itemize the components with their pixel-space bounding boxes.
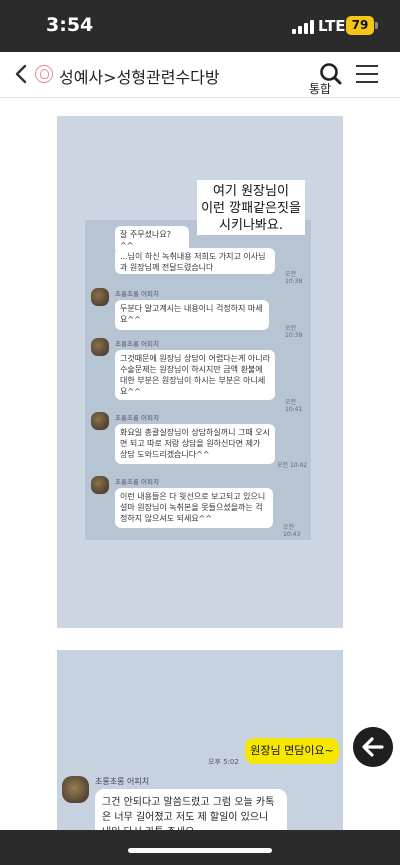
chat-time: 오전 10:43 — [283, 524, 301, 538]
note-line: 이런 깡패같은짓을 — [201, 201, 301, 216]
chat-bubble: 두분다 알고계시는 내용이니 걱정하지 마세요^^ — [115, 300, 269, 330]
battery-icon: 79 — [346, 16, 374, 35]
chat-time: 오후 5:02 — [208, 758, 239, 766]
network-label: LTE — [318, 17, 346, 35]
sender-name: 초롱초롱 어피치 — [115, 340, 159, 348]
reply-line: 은 너무 길어졌고 저도 제 할일이 있으니 — [102, 812, 269, 823]
arrow-left-icon[interactable] — [353, 727, 393, 767]
chat-screenshot: 잘 주무셨나요?^^ ...님이 하신 녹취내용 저희도 가지고 이사님과 원장… — [85, 220, 311, 540]
my-chat-bubble: 원장님 면담이요~ — [245, 738, 339, 764]
home-indicator-bar — [0, 830, 400, 865]
signal-icon — [292, 20, 314, 34]
home-indicator[interactable] — [128, 848, 272, 853]
chat-time: 오전 10:42 — [277, 462, 308, 469]
avatar — [91, 288, 109, 306]
avatar — [91, 338, 109, 356]
chat-time: 오전 10:39 — [285, 325, 303, 339]
note-line: 시키나봐요. — [219, 218, 283, 233]
chat-time: 오전 10:38 — [285, 271, 303, 285]
chat-bubble: 이런 내용들은 다 윗선으로 보고되고 있으니 설마 원장님이 녹취본을 못들으… — [115, 488, 273, 528]
reply-line: 그건 안되다고 말씀드렸고 그럼 오늘 카톡 — [102, 797, 275, 808]
chat-bubble: ...님이 하신 녹취내용 저희도 가지고 이사님과 원장님께 전달드렸습니다 — [115, 248, 275, 274]
post-image-1: 잘 주무셨나요?^^ ...님이 하신 녹취내용 저희도 가지고 이사님과 원장… — [57, 116, 343, 628]
battery-tip — [375, 22, 378, 29]
sender-name: 초롱초롱 어피치 — [95, 777, 150, 786]
annotation-note: 여기 원장님이 이런 깡패같은짓을 시키나봐요. — [197, 180, 305, 235]
chat-bubble: 화요일 총괄실장님이 상담하실꺼니 그때 오시면 되고 따로 저랑 상담을 원하… — [115, 424, 275, 464]
sender-name: 초롱초롱 어피치 — [115, 478, 159, 486]
sender-name: 초롱초롱 어피치 — [115, 414, 159, 422]
clock: 3:54 — [46, 14, 94, 36]
status-bar: 3:54 LTE 79 — [0, 0, 400, 52]
search-label[interactable]: 통합 — [309, 80, 331, 97]
sender-name: 초롱초롱 어피치 — [115, 290, 159, 298]
avatar — [62, 776, 89, 803]
avatar — [91, 412, 109, 430]
chat-bubble: 그것때문에 원장님 상담이 어렵다는게 아니라 수술문제는 원장님이 하시지만 … — [115, 350, 275, 400]
note-line: 여기 원장님이 — [213, 184, 289, 199]
top-bar: 성예사>성형관련수다방 통합 — [0, 52, 400, 98]
hamburger-menu-icon[interactable] — [356, 65, 378, 83]
back-icon[interactable] — [12, 63, 32, 85]
logo-icon — [35, 65, 53, 83]
chat-time: 오전 10:41 — [285, 399, 303, 413]
avatar — [91, 476, 109, 494]
breadcrumb[interactable]: 성예사>성형관련수다방 — [59, 64, 220, 88]
